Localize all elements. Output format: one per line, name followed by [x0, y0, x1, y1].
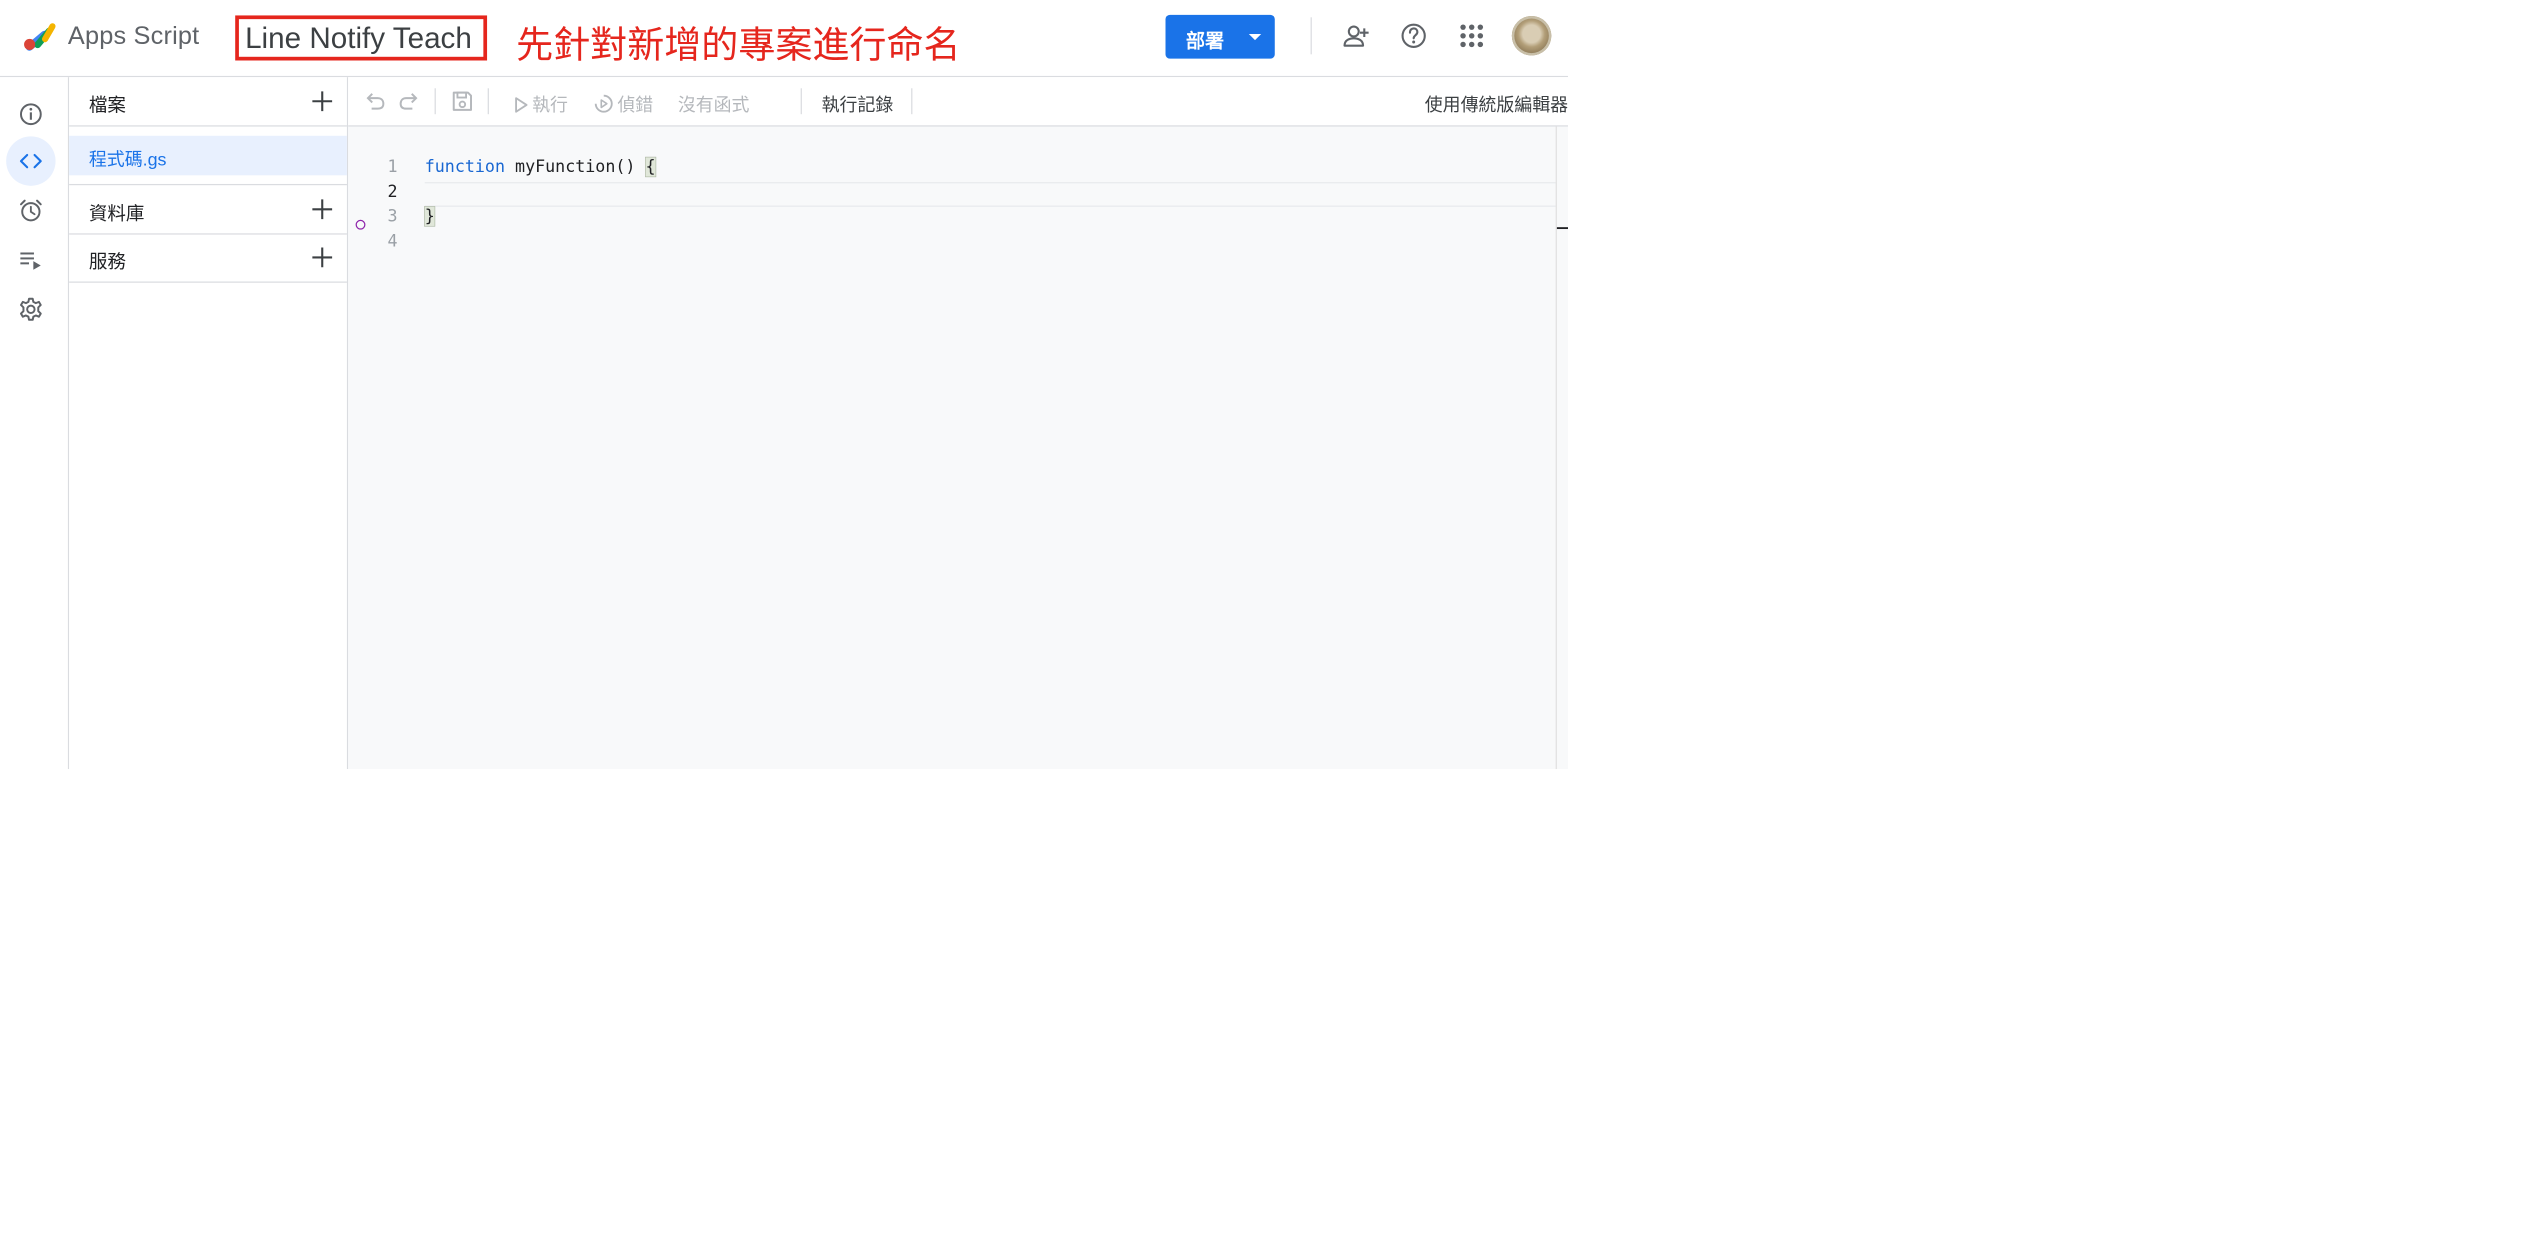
toolbar-separator	[800, 88, 802, 115]
chevron-down-icon[interactable]	[1248, 33, 1262, 41]
code-function-signature: myFunction()	[504, 157, 646, 177]
top-app-bar: Apps Script Line Notify Teach 先針對新增的專案進行…	[0, 0, 1569, 78]
current-line-highlight	[424, 182, 1569, 207]
help-icon[interactable]	[1399, 21, 1429, 51]
save-icon[interactable]	[451, 90, 474, 113]
redo-icon[interactable]	[398, 90, 421, 113]
files-section-header: 檔案	[69, 77, 347, 127]
annotation-note: 先針對新增的專案進行命名	[516, 23, 961, 67]
execution-log-button[interactable]: 執行記錄	[822, 91, 894, 117]
rail-item-overview[interactable]	[6, 90, 55, 139]
code-keyword: function	[424, 157, 505, 177]
line-number: 2	[387, 182, 398, 202]
code-icon	[19, 153, 42, 169]
rail-item-settings[interactable]	[6, 285, 55, 334]
playlist-play-icon	[20, 252, 41, 270]
project-title-highlight: Line Notify Teach	[235, 15, 488, 61]
product-name: Apps Script	[67, 20, 200, 50]
code-close-brace: }	[424, 206, 436, 227]
code-line: function myFunction() {	[424, 156, 657, 178]
apps-script-logo-icon	[24, 23, 56, 51]
add-file-icon[interactable]	[310, 89, 335, 114]
rail-item-editor[interactable]	[6, 136, 56, 186]
toolbar-separator	[434, 88, 436, 115]
debug-label: 偵錯	[617, 95, 654, 116]
files-section-label: 檔案	[88, 95, 126, 117]
apps-script-editor-window: Apps Script Line Notify Teach 先針對新增的專案進行…	[0, 0, 1569, 770]
services-section-header: 服務	[69, 233, 347, 283]
file-name: 程式碼.gs	[88, 150, 167, 170]
add-service-icon[interactable]	[310, 245, 335, 270]
project-title[interactable]: Line Notify Teach	[245, 22, 472, 56]
file-list-item[interactable]: 程式碼.gs	[69, 135, 347, 176]
debug-button[interactable]: 偵錯	[594, 91, 653, 117]
editor-scrollbar[interactable]	[1555, 126, 1569, 770]
play-icon	[515, 97, 528, 113]
left-navigation-rail	[0, 77, 70, 770]
libraries-section-header: 資料庫	[69, 183, 347, 235]
run-label: 執行	[532, 95, 568, 116]
alarm-clock-icon	[20, 199, 42, 222]
rail-item-triggers[interactable]	[6, 186, 55, 235]
editor-area: 執行 偵錯 沒有函式 執行記錄 使用傳統版編輯器 1 2 3 4 functio…	[348, 77, 1569, 770]
run-button[interactable]: 執行	[514, 91, 568, 117]
apps-grid-icon[interactable]	[1457, 21, 1487, 51]
function-select[interactable]: 沒有函式	[678, 91, 750, 117]
gear-icon	[20, 297, 42, 321]
code-line: }	[424, 206, 436, 227]
line-number: 1	[387, 157, 398, 177]
legacy-editor-link[interactable]: 使用傳統版編輯器	[1425, 91, 1568, 117]
topbar-divider	[1310, 17, 1312, 55]
rail-item-executions[interactable]	[6, 235, 55, 284]
code-open-brace: {	[644, 156, 657, 178]
add-person-icon[interactable]	[1341, 21, 1371, 51]
undo-icon[interactable]	[363, 90, 386, 113]
line-number: 3	[387, 206, 398, 226]
deploy-button[interactable]: 部署	[1165, 14, 1275, 59]
scroll-position-marker	[1556, 227, 1569, 230]
deploy-button-label: 部署	[1185, 30, 1225, 52]
add-library-icon[interactable]	[310, 197, 335, 222]
libraries-section-label: 資料庫	[88, 203, 145, 225]
editor-toolbar: 執行 偵錯 沒有函式 執行記錄 使用傳統版編輯器	[348, 77, 1569, 127]
toolbar-separator	[487, 88, 489, 115]
info-icon	[20, 103, 42, 126]
line-number: 4	[387, 231, 398, 251]
services-section-label: 服務	[88, 251, 126, 273]
account-avatar[interactable]	[1511, 16, 1552, 56]
debug-icon	[594, 94, 613, 113]
code-editor[interactable]: 1 2 3 4 function myFunction() { }	[348, 127, 1569, 770]
files-panel: 檔案 程式碼.gs 資料庫 服務	[69, 77, 349, 770]
toolbar-separator	[911, 88, 913, 115]
